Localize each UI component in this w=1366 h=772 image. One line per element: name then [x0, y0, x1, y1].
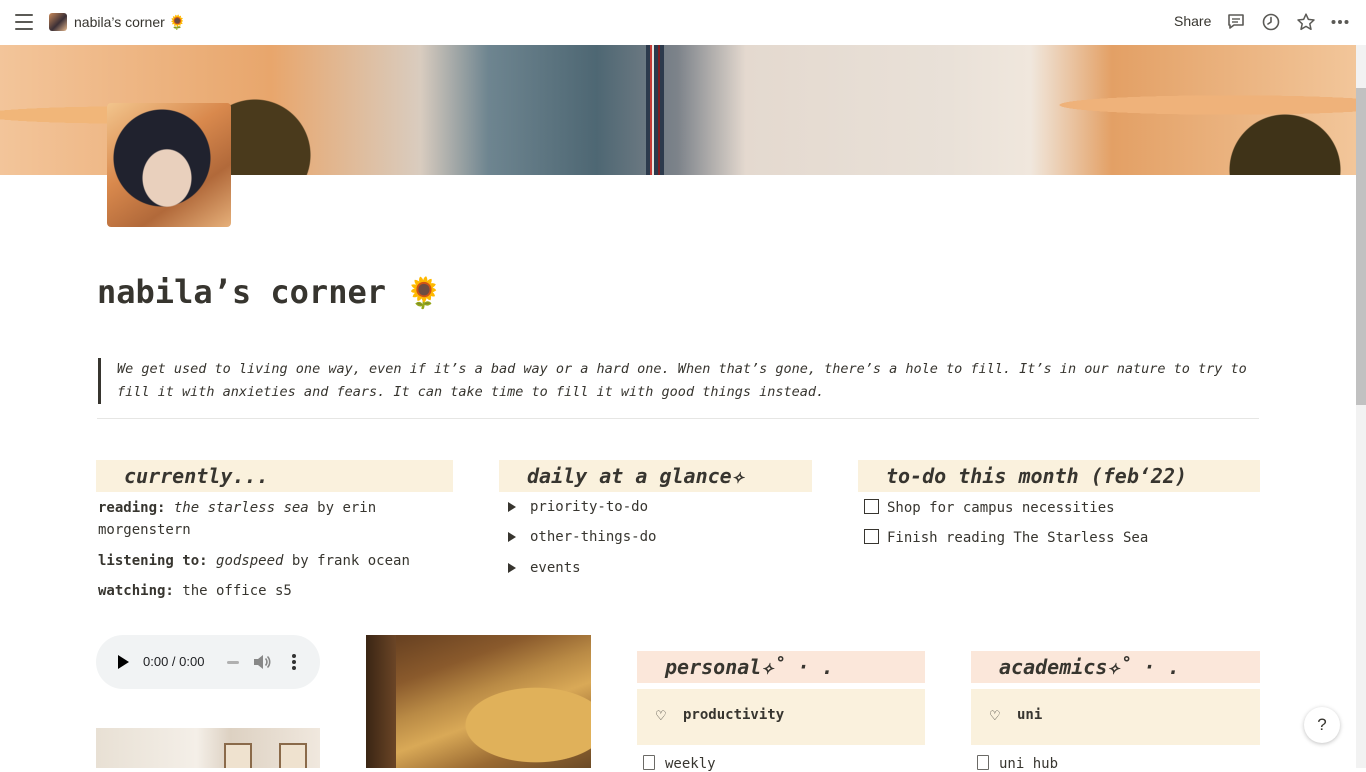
uni-hub-page-link[interactable]: uni hub [977, 755, 1058, 772]
audio-more-icon[interactable] [292, 654, 296, 670]
toggle-label: events [530, 560, 581, 576]
reading-label: reading: [98, 500, 166, 516]
top-bar: nabila’s corner 🌻 Share [0, 0, 1366, 45]
wall-frame-detail [224, 743, 252, 768]
toggle-other-things-do[interactable]: other-things-do [508, 529, 656, 545]
toggle-label: priority-to-do [530, 499, 649, 515]
academics-heading: academics✧˚ · . [971, 651, 1260, 683]
page-link-label: weekly [665, 756, 716, 772]
listening-label: listening to: [98, 553, 208, 569]
toggle-triangle-icon[interactable] [508, 502, 516, 512]
menu-icon[interactable] [15, 14, 33, 30]
wall-frame-detail [279, 743, 307, 768]
volume-icon[interactable] [253, 654, 271, 670]
watching-value: the office s5 [173, 583, 292, 599]
productivity-label: productivity [683, 707, 785, 723]
more-icon[interactable] [1330, 12, 1350, 32]
play-icon[interactable] [118, 655, 129, 669]
audio-time: 0:00 / 0:00 [143, 654, 205, 669]
watching-label: watching: [98, 583, 174, 599]
uni-tile[interactable]: ♡ uni [971, 689, 1260, 745]
todo-item: Finish reading The Starless Sea [864, 529, 1148, 546]
toggle-priority-to-do[interactable]: priority-to-do [508, 499, 648, 515]
reading-by: by erin [308, 500, 377, 516]
todo-checkbox[interactable] [864, 499, 879, 514]
productivity-tile[interactable]: ♡ productivity [637, 689, 925, 745]
page-link-label: uni hub [999, 756, 1059, 772]
watching-line: watching: the office s5 [98, 580, 292, 602]
car-window-photo [366, 635, 591, 768]
audio-seek-bar[interactable] [227, 661, 239, 664]
reading-line: reading: the starless sea by erin morgen… [98, 497, 438, 541]
toggle-triangle-icon[interactable] [508, 532, 516, 542]
reading-author-continued: morgenstern [98, 522, 191, 538]
listening-title: godspeed [216, 553, 284, 569]
toggle-label: other-things-do [530, 529, 657, 545]
divider [97, 418, 1259, 419]
page-title: nabila’s corner 🌻 [97, 273, 443, 311]
star-icon[interactable] [1296, 12, 1316, 32]
uni-label: uni [1017, 707, 1043, 723]
reading-title: the starless sea [173, 500, 309, 516]
sunflower-emoji: 🌻 [405, 276, 443, 311]
todo-item: Shop for campus necessities [864, 499, 1115, 516]
clock-icon[interactable] [1261, 12, 1281, 32]
currently-heading: currently... [96, 460, 453, 492]
todo-text[interactable]: Shop for campus necessities [887, 500, 1115, 516]
help-button[interactable]: ? [1304, 707, 1340, 743]
toggle-triangle-icon[interactable] [508, 563, 516, 573]
todo-text[interactable]: Finish reading The Starless Sea [887, 530, 1148, 546]
scrollbar-thumb[interactable] [1356, 88, 1366, 405]
toggle-events[interactable]: events [508, 560, 581, 576]
breadcrumb-page-title[interactable]: nabila’s corner 🌻 [74, 14, 186, 31]
room-photo [96, 728, 320, 768]
heart-icon: ♡ [655, 708, 667, 723]
weekly-page-link[interactable]: weekly [643, 755, 716, 772]
listening-line: listening to: godspeed by frank ocean [98, 550, 410, 572]
page-icon [49, 13, 67, 31]
page-avatar-image [107, 103, 231, 227]
cover-stripe-detail [646, 45, 664, 175]
todo-checkbox[interactable] [864, 529, 879, 544]
share-button[interactable]: Share [1174, 13, 1211, 29]
car-frame-detail [366, 635, 396, 768]
heart-icon: ♡ [989, 708, 1001, 723]
audio-player: 0:00 / 0:00 [96, 635, 320, 689]
daily-heading: daily at a glance✧ [499, 460, 812, 492]
quote-block: We get used to living one way, even if i… [98, 358, 1257, 404]
page-title-text: nabila’s corner [97, 273, 386, 311]
personal-heading: personal✧˚ · . [637, 651, 925, 683]
comment-icon[interactable] [1226, 12, 1246, 32]
todo-heading: to-do this month (feb‘22) [858, 460, 1260, 492]
listening-by: by frank ocean [283, 553, 410, 569]
